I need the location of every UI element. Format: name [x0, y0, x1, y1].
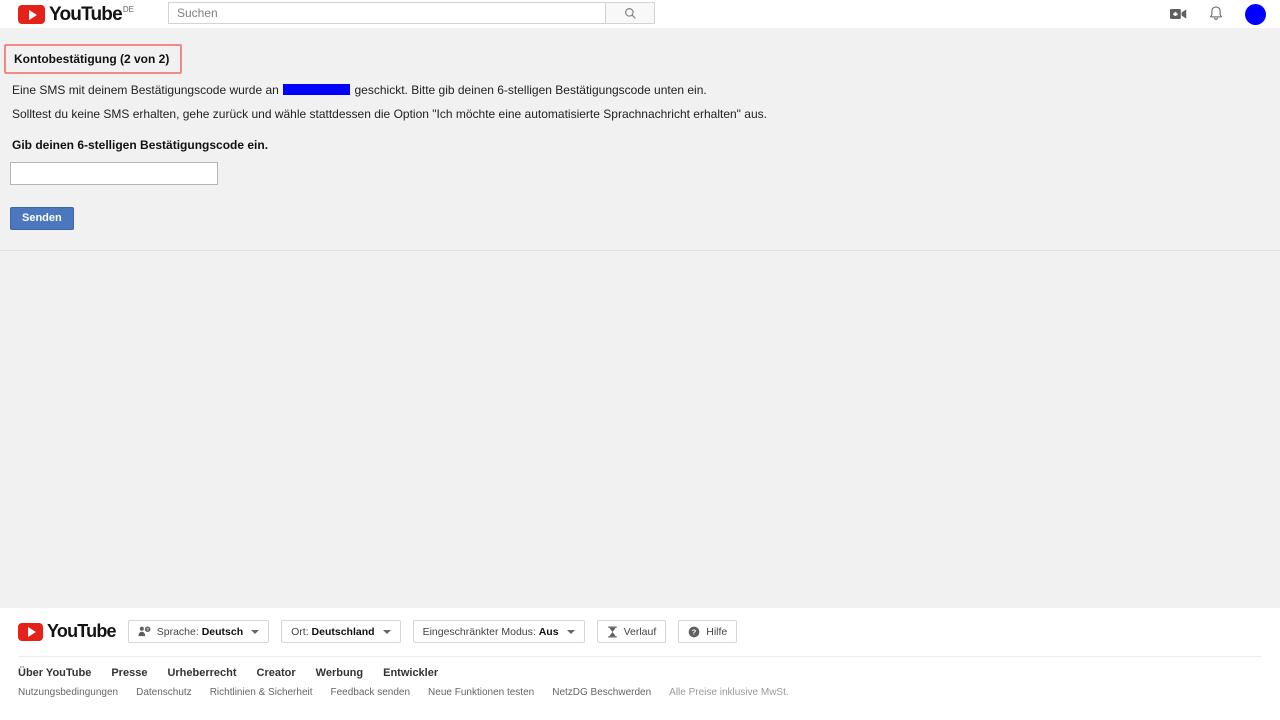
- submit-button[interactable]: Senden: [10, 207, 74, 230]
- empty-page-area: [0, 251, 1280, 631]
- verification-code-input[interactable]: [10, 162, 218, 185]
- search-bar: [168, 2, 655, 24]
- page-title: Kontobestätigung (2 von 2): [14, 52, 170, 66]
- help-button[interactable]: ? Hilfe: [678, 620, 738, 643]
- footer-primary-links: Über YouTube Presse Urheberrecht Creator…: [0, 657, 1280, 679]
- logo-wordmark: YouTube: [49, 4, 123, 25]
- header-actions: [1169, 0, 1266, 28]
- sms-sent-text-after: geschickt. Bitte gib deinen 6-stelligen …: [354, 83, 707, 97]
- svg-text:?: ?: [692, 627, 697, 636]
- restricted-mode-label: Eingeschränkter Modus: Aus: [422, 625, 559, 638]
- footer-secondary-links: Nutzungsbedingungen Datenschutz Richtlin…: [0, 679, 1280, 698]
- footer-link-about[interactable]: Über YouTube: [18, 667, 91, 679]
- sms-sent-paragraph: Eine SMS mit deinem Bestätigungscode wur…: [12, 83, 1280, 98]
- no-sms-paragraph: Solltest du keine SMS erhalten, gehe zur…: [12, 107, 767, 121]
- footer-link-copyright[interactable]: Urheberrecht: [167, 667, 236, 679]
- history-button-label: Verlauf: [623, 625, 657, 638]
- youtube-play-icon: [18, 622, 43, 641]
- footer-youtube-logo[interactable]: YouTube: [18, 621, 117, 641]
- footer-link-privacy[interactable]: Datenschutz: [136, 687, 192, 698]
- footer-link-press[interactable]: Presse: [111, 667, 147, 679]
- verification-form-panel: Kontobestätigung (2 von 2) Eine SMS mit …: [0, 28, 1280, 251]
- search-button[interactable]: [605, 2, 655, 24]
- help-button-label: Hilfe: [706, 625, 728, 638]
- redacted-phone-number: [283, 84, 351, 95]
- main-content: Kontobestätigung (2 von 2) Eine SMS mit …: [0, 28, 1280, 631]
- code-field-label: Gib deinen 6-stelligen Bestätigungscode …: [12, 138, 269, 152]
- language-selector-label: Sprache: Deutsch: [156, 625, 244, 638]
- youtube-logo[interactable]: YouTube DE: [18, 0, 134, 28]
- location-selector[interactable]: Ort: Deutschland: [281, 620, 401, 643]
- logo-country-code: DE: [122, 5, 134, 14]
- footer-link-developers[interactable]: Entwickler: [383, 667, 438, 679]
- footer-controls-row: YouTube ? Sprache: Deutsch Ort: Deutschl…: [0, 608, 1280, 643]
- sms-sent-text-before: Eine SMS mit deinem Bestätigungscode wur…: [12, 83, 279, 97]
- footer-link-netzdg[interactable]: NetzDG Beschwerden: [552, 687, 651, 698]
- chevron-down-icon: [566, 629, 575, 634]
- page-footer: YouTube ? Sprache: Deutsch Ort: Deutschl…: [0, 608, 1280, 720]
- create-video-icon[interactable]: [1169, 5, 1187, 23]
- restricted-mode-selector[interactable]: Eingeschränkter Modus: Aus: [412, 620, 585, 643]
- history-button[interactable]: Verlauf: [596, 620, 667, 643]
- page-title-box: Kontobestätigung (2 von 2): [4, 44, 182, 74]
- chevron-down-icon: [251, 629, 260, 634]
- footer-link-policy-safety[interactable]: Richtlinien & Sicherheit: [210, 687, 313, 698]
- person-question-icon: ?: [138, 626, 151, 637]
- language-selector[interactable]: ? Sprache: Deutsch: [127, 620, 270, 643]
- location-selector-label: Ort: Deutschland: [291, 625, 375, 638]
- youtube-play-icon: [18, 5, 45, 24]
- hourglass-icon: [607, 626, 617, 637]
- footer-link-send-feedback[interactable]: Feedback senden: [331, 687, 411, 698]
- notifications-bell-icon[interactable]: [1207, 5, 1225, 23]
- chevron-down-icon: [382, 629, 391, 634]
- footer-link-advertising[interactable]: Werbung: [316, 667, 363, 679]
- masthead: YouTube DE: [0, 0, 1280, 28]
- account-avatar[interactable]: [1245, 3, 1266, 25]
- search-input[interactable]: [168, 2, 605, 24]
- footer-price-note: Alle Preise inklusive MwSt.: [669, 687, 789, 698]
- footer-link-creator[interactable]: Creator: [257, 667, 296, 679]
- footer-link-terms[interactable]: Nutzungsbedingungen: [18, 687, 118, 698]
- search-icon: [624, 7, 636, 19]
- footer-logo-wordmark: YouTube: [47, 621, 117, 641]
- help-circle-icon: ?: [688, 626, 700, 637]
- footer-link-test-new-features[interactable]: Neue Funktionen testen: [428, 687, 534, 698]
